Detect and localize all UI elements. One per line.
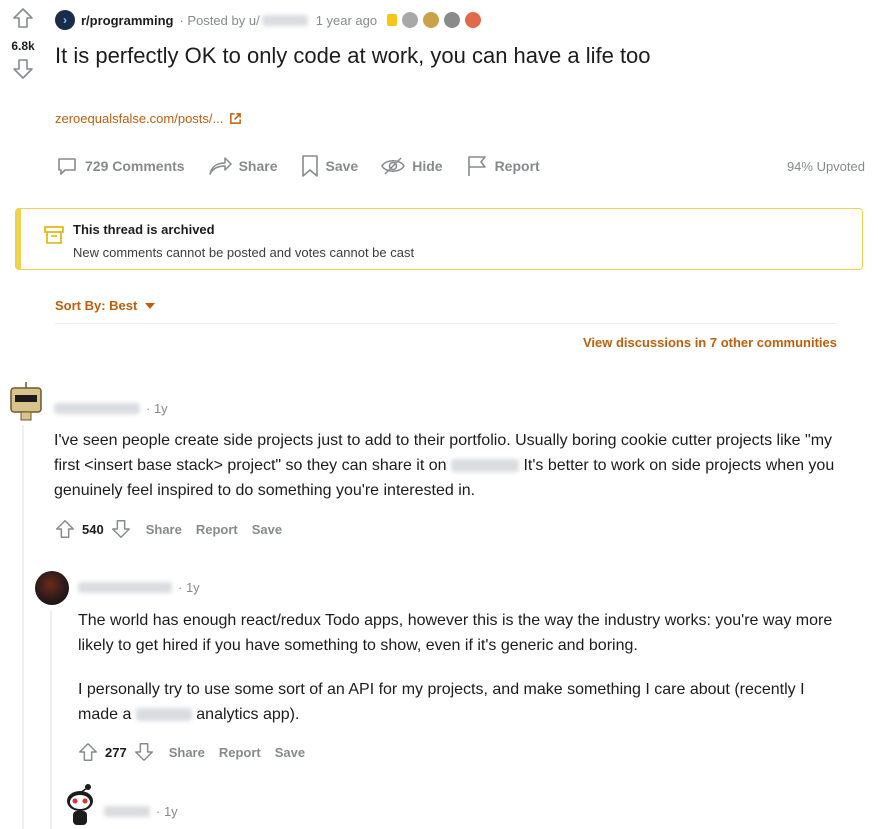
- archived-notice: This thread is archived New comments can…: [15, 208, 863, 270]
- comment-time: · 1y: [146, 401, 168, 416]
- thread-line[interactable]: [50, 610, 52, 829]
- comment-time: · 1y: [156, 804, 178, 819]
- hide-icon: [381, 157, 406, 175]
- flag-icon: [467, 156, 486, 176]
- thread-line[interactable]: [22, 425, 24, 829]
- comment-save-button[interactable]: Save: [252, 522, 282, 537]
- share-button[interactable]: Share: [207, 154, 278, 178]
- subreddit-link[interactable]: r/programming: [81, 13, 173, 28]
- post-meta: › r/programming · Posted by u/ 1 year ag…: [55, 10, 482, 30]
- share-label: Share: [238, 158, 278, 174]
- comment-score: 277: [105, 744, 127, 760]
- redacted-word: [451, 459, 519, 473]
- comments-count: 729 Comments: [85, 158, 185, 174]
- comment-score: 540: [82, 521, 104, 537]
- bookmark-icon: [301, 155, 318, 177]
- divider: [55, 323, 837, 324]
- sort-label: Sort By: Best: [55, 298, 138, 313]
- comment-actions: 540 Share Report Save: [54, 516, 282, 542]
- snoo-avatar-icon: [67, 784, 93, 825]
- comment-time: · 1y: [178, 580, 200, 595]
- username-redacted[interactable]: [78, 582, 172, 593]
- redacted-word: [135, 708, 192, 722]
- post-action-bar: 729 Comments Share Save Hide Report: [55, 152, 540, 180]
- hide-label: Hide: [412, 158, 443, 174]
- post-title[interactable]: It is perfectly OK to only code at work,…: [55, 42, 735, 70]
- robot-avatar-icon: [10, 382, 42, 421]
- upvote-icon[interactable]: [6, 6, 40, 35]
- comment-meta: · 1y: [78, 580, 200, 595]
- award-icon[interactable]: [423, 12, 440, 28]
- archived-title: This thread is archived: [73, 222, 215, 237]
- save-label: Save: [325, 158, 359, 174]
- upvote-icon[interactable]: [54, 517, 76, 541]
- post-link-text[interactable]: zeroequalsfalse.com/posts/...: [55, 111, 223, 126]
- award-icon[interactable]: [387, 14, 398, 26]
- downvote-icon[interactable]: [6, 57, 40, 86]
- downvote-icon[interactable]: [110, 517, 132, 541]
- sort-dropdown[interactable]: Sort By: Best: [55, 298, 156, 313]
- comment-vote: 540: [54, 517, 132, 541]
- avatar[interactable]: [62, 783, 98, 827]
- comment-body: I've seen people create side projects ju…: [54, 428, 854, 503]
- report-button[interactable]: Report: [465, 154, 540, 178]
- comment-report-button[interactable]: Report: [219, 745, 261, 760]
- downvote-icon[interactable]: [133, 740, 155, 764]
- archived-message: New comments cannot be posted and votes …: [73, 245, 415, 260]
- comment-share-button[interactable]: Share: [169, 745, 205, 760]
- caret-down-icon: [145, 302, 156, 309]
- avatar[interactable]: [7, 380, 45, 422]
- comment-meta: · 1y: [104, 804, 178, 819]
- posted-by-label: · Posted by u/: [179, 12, 260, 28]
- comment-text-continued: analytics app).: [191, 706, 300, 723]
- comment-actions: 277 Share Report Save: [77, 739, 305, 765]
- comments-button[interactable]: 729 Comments: [55, 154, 185, 178]
- subreddit-icon[interactable]: ›: [55, 10, 75, 30]
- comment-paragraph: I personally try to use some sort of an …: [78, 677, 848, 727]
- upvote-icon[interactable]: [77, 740, 99, 764]
- avatar[interactable]: [35, 571, 69, 605]
- post-time: 1 year ago: [315, 12, 378, 28]
- post-vote-column: 6.8k: [6, 6, 40, 86]
- award-icon[interactable]: [402, 12, 419, 28]
- view-discussions-link[interactable]: View discussions in 7 other communities: [583, 335, 837, 350]
- comment-vote: 277: [77, 740, 155, 764]
- username-redacted[interactable]: [54, 403, 140, 414]
- comment-share-button[interactable]: Share: [146, 522, 182, 537]
- comment-report-button[interactable]: Report: [196, 522, 238, 537]
- report-label: Report: [494, 158, 540, 174]
- hide-button[interactable]: Hide: [380, 155, 443, 177]
- post-score: 6.8k: [11, 39, 35, 53]
- external-link-icon: [230, 113, 242, 124]
- upvote-ratio: 94% Upvoted: [786, 159, 865, 174]
- comment-meta: · 1y: [54, 401, 168, 416]
- archive-icon: [44, 226, 64, 244]
- share-icon: [208, 157, 232, 175]
- username-redacted[interactable]: [104, 806, 150, 817]
- comment-icon: [58, 158, 76, 175]
- award-icon[interactable]: [465, 12, 482, 28]
- save-button[interactable]: Save: [300, 154, 359, 178]
- comment-save-button[interactable]: Save: [275, 745, 305, 760]
- post-link[interactable]: zeroequalsfalse.com/posts/...: [55, 111, 242, 126]
- author-name-redacted[interactable]: [261, 14, 308, 26]
- comment-paragraph: The world has enough react/redux Todo ap…: [78, 612, 833, 654]
- award-icon[interactable]: [444, 12, 461, 28]
